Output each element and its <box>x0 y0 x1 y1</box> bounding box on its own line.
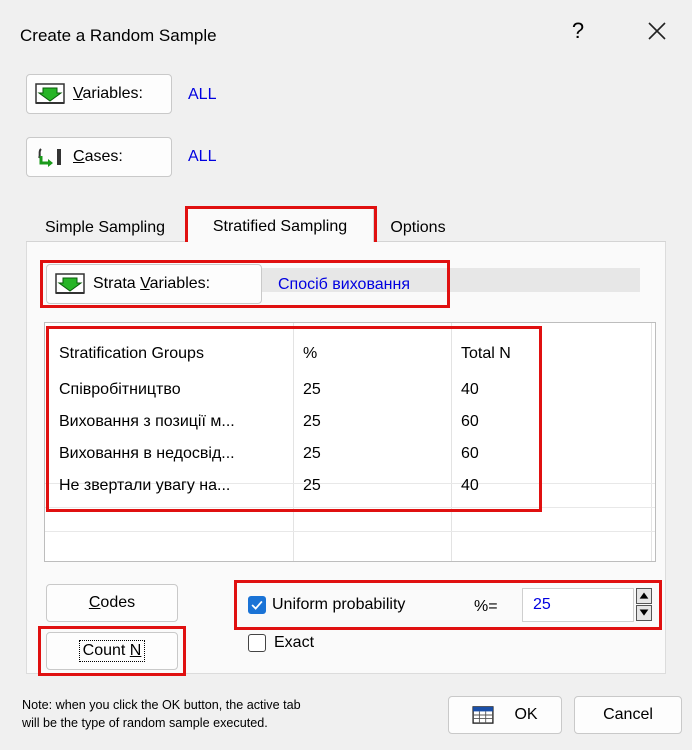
tab-simple-sampling[interactable]: Simple Sampling <box>28 210 182 242</box>
arrow-up-icon <box>639 592 649 599</box>
cases-value[interactable]: ALL <box>188 148 216 166</box>
header-total: Total N <box>461 345 511 362</box>
row-group: Виховання в недосвід... <box>59 445 235 462</box>
help-button[interactable]: ? <box>568 18 588 44</box>
footer-note: Note: when you click the OK button, the … <box>22 696 442 732</box>
row-total: 60 <box>461 445 479 462</box>
tab-options[interactable]: Options <box>378 210 458 242</box>
close-icon <box>648 22 666 40</box>
variables-value[interactable]: ALL <box>188 86 216 104</box>
row-total: 40 <box>461 477 479 494</box>
count-n-button[interactable]: Count N <box>46 632 178 670</box>
arrow-down-icon <box>639 609 649 616</box>
cases-icon <box>38 148 61 167</box>
footer-note-line2: will be the type of random sample execut… <box>22 716 268 730</box>
row-total: 60 <box>461 413 479 430</box>
row-pct[interactable]: 25 <box>303 477 321 495</box>
stratification-table: Stratification Groups % Total N Співробі… <box>44 322 656 562</box>
tab-stratified-sampling[interactable]: Stratified Sampling <box>186 208 374 243</box>
row-group: Виховання з позиції м... <box>59 413 235 430</box>
exact-checkbox[interactable] <box>248 634 266 652</box>
strata-variables-value[interactable]: Спосіб виховання <box>278 276 410 294</box>
pct-equals-label: %= <box>474 598 498 615</box>
row-group: Співробітництво <box>59 381 181 398</box>
strata-variables-button[interactable]: Strata Variables: <box>46 264 262 304</box>
row-pct[interactable]: 25 <box>303 445 321 463</box>
uniform-probability-label: Uniform probability <box>272 596 406 613</box>
exact-label: Exact <box>274 634 315 651</box>
close-button[interactable] <box>640 14 674 48</box>
cases-button[interactable]: Cases: <box>26 137 172 177</box>
cases-label: Cases: <box>73 148 123 165</box>
codes-label: Codes <box>88 594 136 611</box>
header-pct: % <box>303 345 318 362</box>
window-title: Create a Random Sample <box>20 26 217 45</box>
spin-up-button[interactable] <box>636 588 652 604</box>
table-icon <box>472 706 495 724</box>
strata-variables-label: Strata Variables: <box>93 275 211 292</box>
row-pct[interactable]: 25 <box>303 381 321 399</box>
variables-button[interactable]: Variables: <box>26 74 172 114</box>
uniform-probability-checkbox[interactable] <box>248 596 266 614</box>
count-n-label: Count N <box>78 640 146 662</box>
uniform-pct-input[interactable]: 25 <box>522 588 634 622</box>
variables-icon <box>35 83 65 104</box>
ok-label: OK <box>514 706 538 723</box>
variables-label: Variables: <box>73 85 143 102</box>
ok-button[interactable]: OK <box>448 696 562 734</box>
footer-note-line1: Note: when you click the OK button, the … <box>22 698 301 712</box>
codes-button[interactable]: Codes <box>46 584 178 622</box>
row-total: 40 <box>461 381 479 398</box>
row-group: Не звертали увагу на... <box>59 477 231 494</box>
row-pct[interactable]: 25 <box>303 413 321 431</box>
header-groups: Stratification Groups <box>59 345 204 362</box>
check-icon <box>251 600 263 610</box>
strata-variables-icon <box>55 273 85 294</box>
spin-down-button[interactable] <box>636 605 652 621</box>
cancel-button[interactable]: Cancel <box>574 696 682 734</box>
